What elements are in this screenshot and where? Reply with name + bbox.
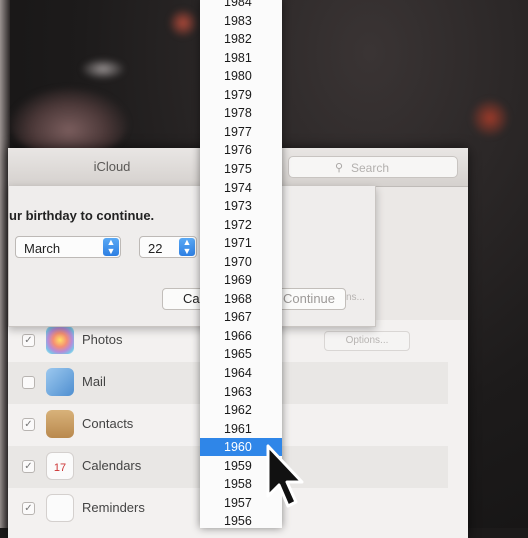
year-label: 1970 — [224, 254, 252, 269]
year-label: 1968 — [224, 291, 252, 306]
day-value: 22 — [148, 241, 163, 256]
year-option[interactable]: 1966 — [200, 327, 282, 345]
year-label: 1966 — [224, 328, 252, 343]
year-option[interactable]: 1968 — [200, 290, 282, 308]
year-label: 1963 — [224, 384, 252, 399]
photos-checkbox[interactable]: ✓ — [22, 334, 35, 347]
year-option[interactable]: 1976 — [200, 141, 282, 159]
contacts-app-icon — [46, 410, 74, 438]
year-label: 1980 — [224, 69, 252, 84]
year-label: 1967 — [224, 310, 252, 325]
year-option[interactable]: 1974 — [200, 179, 282, 197]
year-option[interactable]: 1972 — [200, 216, 282, 234]
year-label: 1975 — [224, 161, 252, 176]
year-label: 1974 — [224, 180, 252, 195]
year-label: 1978 — [224, 106, 252, 121]
contacts-checkbox[interactable]: ✓ — [22, 418, 35, 431]
continue-button[interactable]: Continue — [272, 288, 346, 310]
year-option[interactable]: 1984 — [200, 0, 282, 11]
year-option[interactable]: 1970 — [200, 253, 282, 271]
wallpaper-detail — [80, 58, 126, 80]
year-label: 1979 — [224, 87, 252, 102]
photos-options-button[interactable]: Options... — [324, 331, 410, 351]
popup-arrows-icon: ▲ ▼ — [179, 238, 195, 256]
mail-app-icon — [46, 368, 74, 396]
year-option[interactable]: 1962 — [200, 401, 282, 419]
wallpaper-detail — [168, 8, 198, 38]
calendars-checkbox[interactable]: ✓ — [22, 460, 35, 473]
mail-checkbox[interactable] — [22, 376, 35, 389]
year-label: 1983 — [224, 13, 252, 28]
year-label: 1958 — [224, 477, 252, 492]
search-placeholder: Search — [351, 161, 390, 175]
year-label: 1969 — [224, 273, 252, 288]
photos-app-icon — [46, 326, 74, 354]
year-option[interactable]: 1978 — [200, 104, 282, 122]
search-field[interactable]: ⚲ Search — [288, 156, 458, 178]
window-title: iCloud — [93, 159, 131, 174]
year-option[interactable]: 1961 — [200, 420, 282, 438]
year-label: 1961 — [224, 421, 252, 436]
mouse-cursor-icon — [266, 444, 304, 508]
year-option[interactable]: 1965 — [200, 345, 282, 363]
year-label: 1956 — [224, 514, 252, 528]
reminders-checkbox[interactable]: ✓ — [22, 502, 35, 515]
service-label: Reminders — [82, 500, 145, 515]
year-option[interactable]: 1979 — [200, 86, 282, 104]
options-button-partial[interactable]: ns... — [346, 292, 365, 303]
calendar-icon-date: 17 — [53, 462, 67, 474]
year-option[interactable]: 1967 — [200, 308, 282, 326]
year-option[interactable]: 1980 — [200, 67, 282, 85]
year-label: 1984 — [224, 0, 252, 9]
year-label: 1957 — [224, 495, 252, 510]
month-value: March — [24, 241, 61, 256]
calendar-app-icon: 17 — [46, 452, 74, 480]
year-label: 1982 — [224, 32, 252, 47]
service-label: Contacts — [82, 416, 134, 431]
year-label: 1977 — [224, 124, 252, 139]
day-popup[interactable]: 22 ▲ ▼ — [139, 236, 197, 258]
year-label: 1959 — [224, 458, 252, 473]
year-option[interactable]: 1963 — [200, 383, 282, 401]
year-label: 1973 — [224, 199, 252, 214]
year-label: 1964 — [224, 366, 252, 380]
year-option[interactable]: 1981 — [200, 49, 282, 67]
year-label: 1971 — [224, 236, 252, 251]
year-label: 1972 — [224, 217, 252, 232]
year-option[interactable]: 1969 — [200, 271, 282, 289]
year-label: 1962 — [224, 403, 252, 418]
year-option[interactable]: 1971 — [200, 234, 282, 252]
wallpaper-detail — [470, 98, 510, 138]
birthday-prompt: ur birthday to continue. — [9, 208, 155, 223]
search-icon: ⚲ — [335, 162, 344, 174]
popup-arrows-icon: ▲ ▼ — [103, 238, 119, 256]
year-option[interactable]: 1983 — [200, 12, 282, 30]
year-label: 1976 — [224, 143, 252, 158]
service-label: Calendars — [82, 458, 142, 473]
year-label: 1981 — [224, 50, 252, 65]
year-option[interactable]: 1975 — [200, 160, 282, 178]
service-label: Mail — [82, 374, 106, 389]
year-label: 1965 — [224, 347, 252, 362]
year-option[interactable]: 1977 — [200, 123, 282, 141]
year-option[interactable]: 1964 — [200, 364, 282, 382]
year-option[interactable]: 1973 — [200, 197, 282, 215]
service-label: Photos — [82, 332, 123, 347]
month-popup[interactable]: March ▲ ▼ — [15, 236, 121, 258]
year-option[interactable]: 1956 — [200, 512, 282, 528]
reminders-app-icon — [46, 494, 74, 522]
year-option[interactable]: 1982 — [200, 30, 282, 48]
year-label: 1960 — [224, 440, 252, 455]
